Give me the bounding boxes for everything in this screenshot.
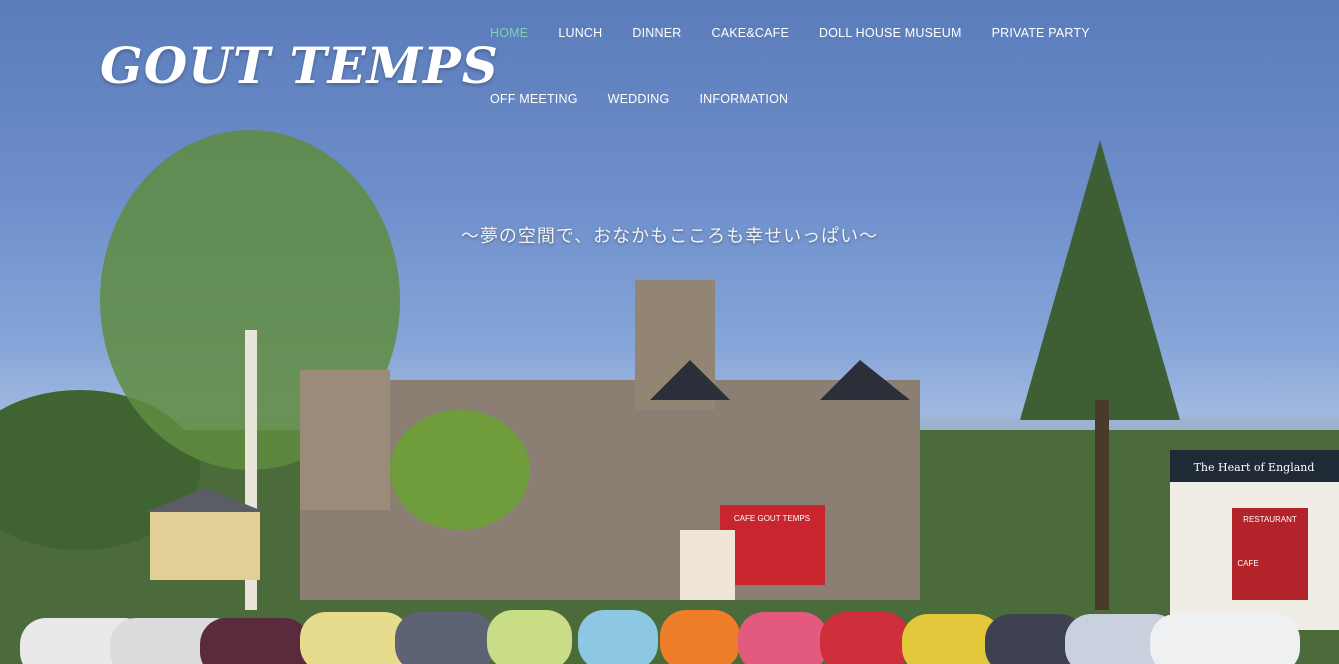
car [1150,614,1300,664]
building-sign: CAFE GOUT TEMPS [734,514,810,523]
nav-dinner[interactable]: DINNER [617,12,696,78]
car [487,610,572,664]
nav-information[interactable]: INFORMATION [684,78,803,144]
site-logo[interactable]: GOUT TEMPS [100,36,499,95]
car [820,612,910,664]
nav-doll-house-museum[interactable]: DOLL HOUSE MUSEUM [804,12,977,78]
cottage [150,510,260,580]
nav-wedding[interactable]: WEDDING [593,78,685,144]
tree-front [390,410,530,530]
car [200,618,310,664]
cafe-entrance [680,530,735,600]
castle-body [300,380,920,600]
cafe-sign: CAFE [1237,559,1258,568]
nav-off-meeting[interactable]: OFF MEETING [475,78,593,144]
hero-tagline: 〜夢の空間で、おなかもこころも幸せいっぱい〜 [460,226,879,247]
nav-private-party[interactable]: PRIVATE PARTY [977,12,1105,78]
nav-lunch[interactable]: LUNCH [543,12,617,78]
pine-tree [1020,140,1180,420]
side-shop-sign: The Heart of England [1194,461,1315,474]
car [300,612,410,664]
car [395,612,495,664]
main-navigation: HOME LUNCH DINNER CAKE&CAFE DOLL HOUSE M… [475,12,1195,144]
castle-left-tower [300,370,390,510]
nav-cake-cafe[interactable]: CAKE&CAFE [697,12,805,78]
nav-home[interactable]: HOME [475,12,543,78]
car [660,610,740,664]
restaurant-sign: RESTAURANT [1243,515,1297,524]
car [578,610,658,664]
pine-trunk [1095,400,1109,610]
car [738,612,828,664]
